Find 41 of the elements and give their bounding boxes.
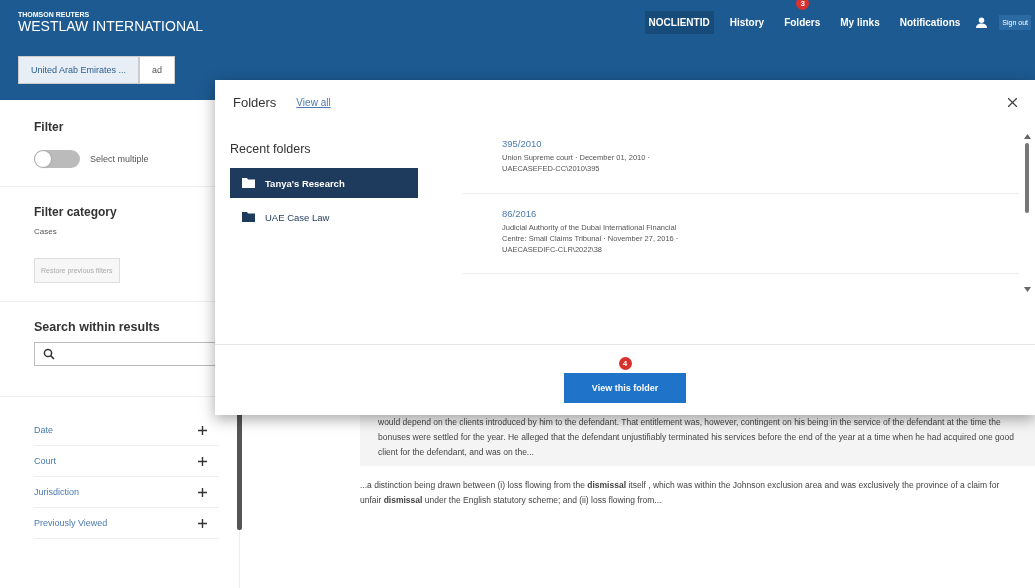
plus-icon	[198, 518, 207, 528]
nav-link[interactable]: My links	[836, 11, 884, 34]
document-link[interactable]: 86/2016	[502, 207, 689, 219]
plus-icon	[198, 487, 207, 497]
nav-link[interactable]: History	[725, 11, 769, 34]
scroll-down-icon[interactable]	[1023, 287, 1031, 292]
filter-heading: Filter	[34, 120, 65, 134]
folder-icon	[242, 212, 255, 222]
toggle-label: Select multiple	[90, 154, 149, 164]
recent-folders-heading: Recent folders	[230, 142, 312, 156]
document-link[interactable]: 395/2010	[502, 138, 689, 149]
step-badge: 4	[618, 357, 632, 370]
facet-item[interactable]: Previously Viewed	[34, 508, 219, 539]
search-icon	[43, 348, 55, 360]
folder-item[interactable]: Tanya's Research	[230, 168, 418, 198]
facet-item[interactable]: Jurisdiction	[34, 477, 219, 508]
facet-item[interactable]: Date	[34, 415, 219, 446]
popup-title: Folders	[233, 94, 277, 110]
facet-item[interactable]: Court	[34, 446, 219, 477]
nav-link[interactable]: Folders	[780, 11, 825, 34]
filter-category-heading: Filter category	[34, 205, 118, 219]
search-tab[interactable]: ad	[139, 56, 176, 84]
brand-logo: WESTLAW INTERNATIONAL	[18, 18, 204, 34]
folder-item[interactable]: UAE Case Law	[230, 202, 418, 232]
plus-icon	[198, 425, 207, 435]
nav-link[interactable]: NOCLIENTID	[644, 11, 714, 34]
scroll-up-icon[interactable]	[1023, 134, 1031, 139]
view-all-link[interactable]: View all	[296, 96, 331, 108]
filter-category-value: Cases	[34, 227, 58, 236]
toggle-switch[interactable]	[34, 150, 80, 168]
step-badge: 3	[796, 0, 810, 10]
result-snippet: would depend on the clients introduced by him to the defendant. That entitlement was, however, contingent on his being in the service of the defendant at the time the bonuses were settled for the year. He alleged that the defendant unjustifiably terminated his services before the end of the year at a time when he had acquired one good client for the defendant, and was on the...	[360, 415, 1035, 466]
close-icon[interactable]	[1008, 97, 1017, 107]
search-tab[interactable]: United Arab Emirates ...	[18, 56, 140, 84]
view-folder-button[interactable]: View this folder	[563, 373, 687, 403]
result-snippet: ...a distinction being drawn between (i) loss flowing from the dismissal itself , which was within the Johnson exclusion area and was exclusively the province of a claim for unfair dismissal under the English statutory scheme; and (ii) loss flowing from...	[359, 478, 1001, 507]
search-heading: Search within results	[34, 320, 161, 334]
folder-icon	[242, 178, 255, 188]
user-icon[interactable]	[976, 17, 988, 28]
plus-icon	[198, 456, 207, 466]
nav-link[interactable]: Notifications	[895, 11, 965, 34]
